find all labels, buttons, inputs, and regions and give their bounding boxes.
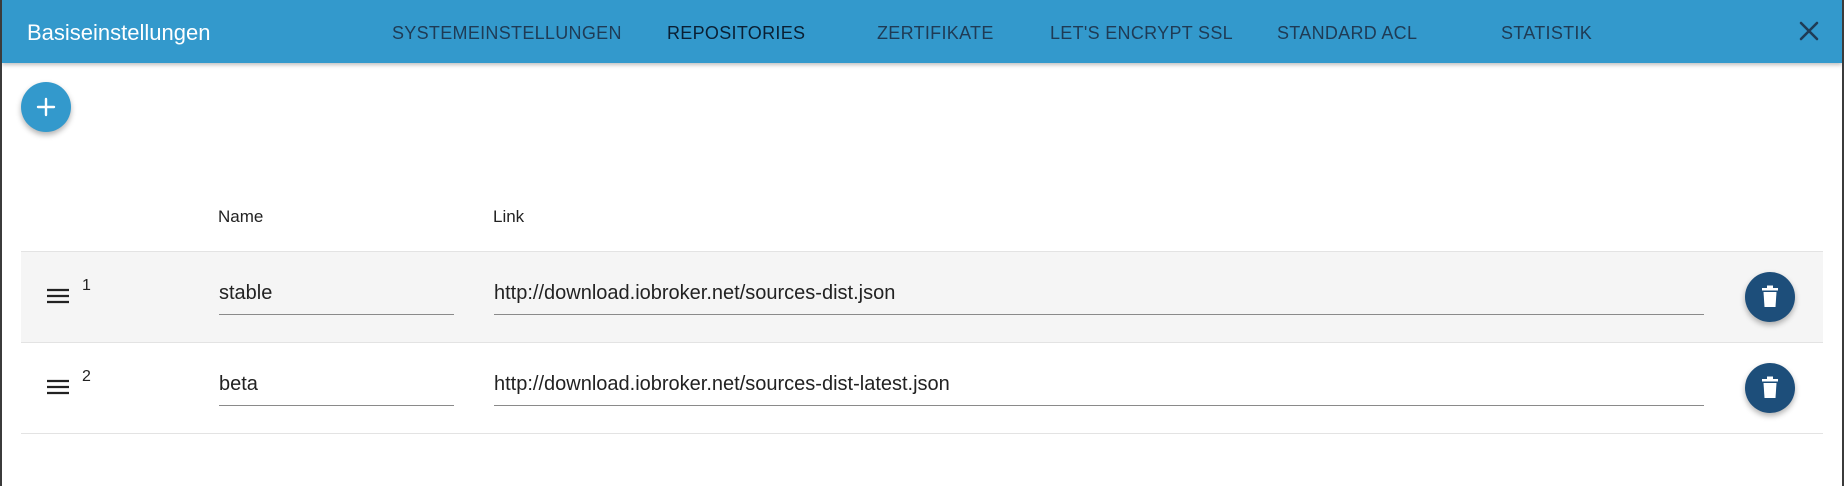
close-button[interactable] — [1796, 18, 1822, 44]
tab-lets-encrypt-ssl[interactable]: LET'S ENCRYPT SSL — [1050, 23, 1233, 44]
link-field — [494, 278, 1704, 315]
trash-icon — [1762, 285, 1778, 307]
column-header-link: Link — [493, 207, 525, 226]
plus-icon — [36, 97, 56, 117]
drag-handle-icon[interactable] — [45, 285, 71, 307]
delete-button[interactable] — [1745, 363, 1795, 413]
table-row: 2 — [21, 342, 1823, 434]
name-field — [219, 278, 454, 315]
tab-systemeinstellungen[interactable]: SYSTEMEINSTELLUNGEN — [392, 23, 622, 44]
row-index: 1 — [82, 277, 91, 294]
dialog-title: Basiseinstellungen — [27, 20, 211, 45]
name-input[interactable] — [219, 282, 454, 305]
name-input[interactable] — [219, 373, 454, 396]
close-icon — [1799, 21, 1819, 41]
tab-zertifikate[interactable]: ZERTIFIKATE — [877, 23, 994, 44]
tab-repositories[interactable]: REPOSITORIES — [667, 23, 805, 44]
tab-statistik[interactable]: STATISTIK — [1501, 23, 1592, 44]
drag-handle-icon[interactable] — [45, 376, 71, 398]
delete-button[interactable] — [1745, 272, 1795, 322]
row-index: 2 — [82, 368, 91, 385]
tab-standard-acl[interactable]: STANDARD ACL — [1277, 23, 1417, 44]
trash-icon — [1762, 376, 1778, 398]
table-row: 1 — [21, 251, 1823, 342]
link-field — [494, 369, 1704, 406]
column-header-name: Name — [218, 207, 264, 226]
add-repository-button[interactable] — [21, 82, 71, 132]
link-input[interactable] — [494, 373, 1704, 396]
dialog-header: Basiseinstellungen SYSTEMEINSTELLUNGEN R… — [2, 0, 1842, 63]
settings-dialog: Basiseinstellungen SYSTEMEINSTELLUNGEN R… — [2, 0, 1842, 486]
name-field — [219, 369, 454, 406]
link-input[interactable] — [494, 282, 1704, 305]
